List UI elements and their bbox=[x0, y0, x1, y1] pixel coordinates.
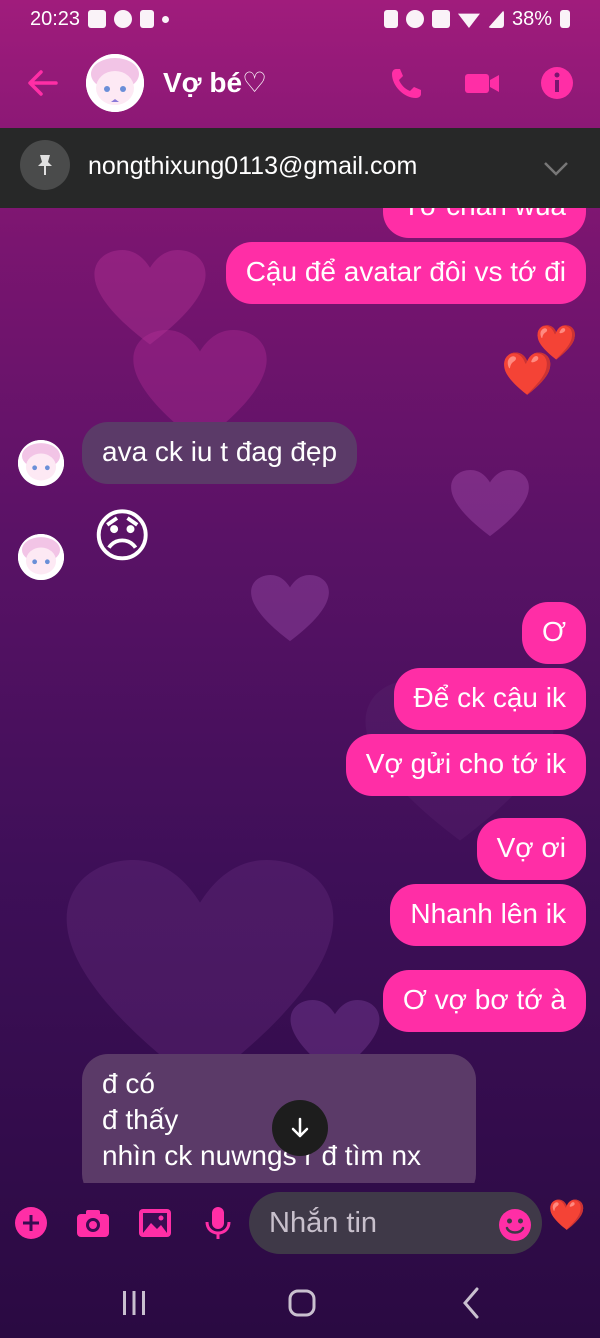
alarm-icon bbox=[405, 10, 424, 28]
conversation-title[interactable]: Vợ bé♡ bbox=[163, 66, 267, 99]
quick-reaction-hearts-button[interactable]: ❤️ bbox=[548, 1201, 585, 1231]
battery-percentage: 38% bbox=[511, 7, 552, 30]
sent-message-bubble[interactable]: Ơ vợ bơ tớ à bbox=[382, 970, 586, 1032]
conversation-header: Vợ bé♡ bbox=[0, 38, 600, 128]
avatar-illustration-icon bbox=[18, 440, 64, 486]
sent-message-bubble[interactable]: Cậu để avatar đôi vs tớ đi bbox=[225, 242, 586, 304]
contact-avatar-small[interactable] bbox=[18, 534, 64, 580]
back-arrow-icon[interactable] bbox=[26, 66, 60, 100]
pin-icon-container bbox=[20, 140, 70, 190]
arrow-down-icon bbox=[291, 1117, 309, 1138]
sent-message-bubble[interactable]: Vợ gửi cho tớ ik bbox=[345, 734, 586, 796]
pinned-message-bar[interactable]: nongthixung0113@gmail.com bbox=[0, 128, 600, 208]
status-left: 20:23 bbox=[30, 7, 170, 31]
status-right: 38% bbox=[383, 7, 570, 31]
gallery-icon[interactable] bbox=[137, 1205, 173, 1241]
home-icon[interactable] bbox=[282, 1283, 322, 1323]
signal-icon bbox=[487, 10, 504, 28]
tiktok-notification-icon bbox=[140, 10, 155, 28]
system-navigation-bar bbox=[0, 1263, 600, 1338]
emoji-picker-icon[interactable] bbox=[497, 1207, 533, 1243]
status-time: 20:23 bbox=[30, 7, 81, 30]
recent-apps-icon[interactable] bbox=[114, 1283, 154, 1323]
message-composer: ❤️ bbox=[0, 1183, 600, 1263]
more-notifications-icon bbox=[162, 15, 170, 23]
mute-icon bbox=[431, 10, 450, 28]
plus-icon[interactable] bbox=[13, 1205, 49, 1241]
chevron-down-icon[interactable] bbox=[542, 154, 570, 182]
phone-call-icon[interactable] bbox=[388, 64, 426, 102]
camera-icon[interactable] bbox=[75, 1205, 111, 1241]
sent-message-bubble[interactable]: Tớ chán wúa bbox=[382, 208, 586, 238]
scroll-to-bottom-button[interactable] bbox=[272, 1100, 328, 1156]
avatar-illustration-icon bbox=[18, 534, 64, 580]
battery-saver-icon bbox=[383, 10, 398, 28]
sent-message-bubble[interactable]: Để ck cậu ik bbox=[393, 668, 586, 730]
message-list[interactable]: Tớ chán wúa Cậu để avatar đôi vs tớ đi ❤… bbox=[0, 208, 600, 1183]
sad-emoji-message[interactable]: 😞 bbox=[92, 508, 152, 566]
info-icon[interactable] bbox=[538, 64, 576, 102]
received-message-bubble[interactable]: ava ck iu t đag đẹp bbox=[82, 422, 358, 484]
microphone-icon[interactable] bbox=[200, 1205, 236, 1241]
contact-avatar[interactable] bbox=[86, 54, 144, 112]
pinned-message-text: nongthixung0113@gmail.com bbox=[88, 152, 418, 180]
gallery-notification-icon bbox=[88, 10, 107, 28]
sent-message-bubble[interactable]: Nhanh lên ik bbox=[390, 884, 586, 946]
video-call-icon[interactable] bbox=[463, 64, 501, 102]
pin-icon bbox=[38, 155, 52, 175]
pinterest-notification-icon bbox=[114, 10, 133, 28]
heart-reaction-icon: ❤️ bbox=[501, 350, 554, 397]
avatar-illustration-icon bbox=[86, 54, 144, 112]
back-nav-icon[interactable] bbox=[452, 1283, 492, 1323]
battery-icon bbox=[560, 10, 570, 28]
wifi-icon bbox=[457, 13, 480, 28]
contact-avatar-small[interactable] bbox=[18, 440, 64, 486]
sent-message-bubble[interactable]: Vợ ơi bbox=[476, 818, 586, 880]
status-bar: 20:23 38% bbox=[0, 0, 600, 38]
sent-message-bubble[interactable]: Ơ bbox=[521, 602, 586, 664]
